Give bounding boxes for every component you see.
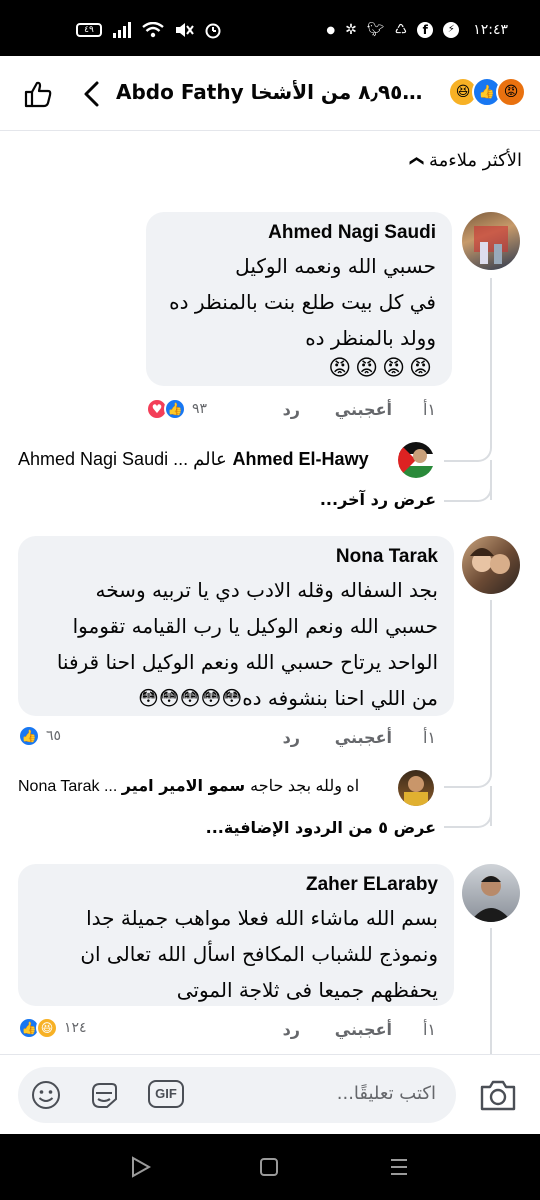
status-bar: ٤٩ ● ✲ 🐦︎ ♺ f ⚡ ١٢:٤٣ [0, 0, 540, 56]
wifi-icon [142, 22, 164, 38]
comment-bubble[interactable]: Zaher ELaraby بسم الله ماشاء الله فعلا م… [18, 864, 454, 1006]
like-reaction-icon: 👍 [164, 398, 186, 420]
post-reactions-title[interactable]: Abdo Fathy و٨٫٩٥٦ من الأشخا... [116, 80, 426, 104]
haha-reaction-icon: 😆 [36, 1017, 58, 1039]
thread-line [490, 278, 492, 438]
dot-icon: ● [326, 24, 336, 36]
like-button[interactable]: أعجبني [335, 1020, 392, 1039]
thread-line [490, 928, 492, 1054]
reply-avatar[interactable] [398, 442, 434, 478]
sort-dropdown[interactable]: الأكثر ملاءمة ❯ [409, 150, 522, 171]
thread-connector [444, 470, 492, 502]
comment-input[interactable]: GIF اكتب تعليقًا... [18, 1067, 456, 1123]
reaction-count-value: ١٢٤ [64, 1020, 87, 1036]
thread-line [490, 600, 492, 760]
clock-time: ١٢:٤٣ [473, 22, 508, 38]
like-button[interactable]: أعجبني [335, 728, 392, 747]
thread-connector [444, 796, 492, 828]
reaction-count-value: ٩٣ [192, 401, 208, 417]
back-arrow-icon[interactable] [80, 80, 104, 108]
sync-icon: ♺ [394, 22, 408, 38]
reply-button[interactable]: رد [283, 728, 300, 747]
reply-preview[interactable]: Nona Tarak ... اه ولله بجد حاجه سمو الام… [18, 776, 359, 796]
reply-button[interactable]: رد [283, 1020, 300, 1039]
comment-emojis: 😡😡😡😡 [328, 356, 436, 381]
gif-label: GIF [155, 1086, 177, 1101]
twitter-icon: 🐦︎ [366, 22, 385, 38]
avatar[interactable] [462, 536, 520, 594]
system-navigation-bar [0, 1134, 540, 1200]
comment-time: ١أ [422, 728, 436, 747]
comment-text: بجد السفاله وقله الادب دي يا تربيه وسخه … [34, 572, 438, 716]
mute-icon [176, 23, 194, 37]
like-reaction-icon: 👍 [18, 725, 40, 747]
reaction-count-value: ٦٥ [46, 728, 62, 744]
reply-snippet: Ahmed Nagi Saudi ... عالم [18, 449, 227, 469]
header-reaction-icons[interactable]: 😆 👍 😡 [448, 77, 526, 109]
like-button[interactable]: أعجبني [335, 400, 392, 419]
reaction-count[interactable]: 👍 ٦٥ [18, 724, 61, 748]
thread-connector [444, 430, 492, 462]
chevron-down-icon: ❯ [409, 154, 426, 167]
signal-icon [113, 22, 131, 38]
comment-actions: ١أ أعجبني رد [146, 1020, 440, 1044]
comment-time: ١أ [422, 400, 436, 419]
alarm-icon [205, 23, 221, 39]
comment-time: ١أ [422, 1020, 436, 1039]
app-notification-icon: ✲ [345, 22, 357, 38]
reply-author[interactable]: سمو الامير امير [122, 776, 245, 795]
view-more-replies[interactable]: عرض ٥ من الردود الإضافية... [206, 818, 436, 837]
comment-placeholder: اكتب تعليقًا... [336, 1083, 436, 1104]
reply-avatar[interactable] [398, 770, 434, 806]
comment-text: حسبي الله ونعمه الوكيل في كل بيت طلع بنت… [169, 254, 436, 350]
emoji-icon[interactable] [30, 1079, 62, 1111]
sort-label: الأكثر ملاءمة [428, 150, 522, 171]
messenger-icon: ⚡ [443, 22, 460, 38]
avatar[interactable] [462, 864, 520, 922]
sticker-icon[interactable] [88, 1079, 120, 1111]
comment-author[interactable]: Ahmed Nagi Saudi [162, 222, 436, 244]
reply-button[interactable]: رد [283, 400, 300, 419]
reply-author[interactable]: Ahmed El-Hawy [233, 449, 369, 469]
back-triangle-icon[interactable] [130, 1156, 152, 1178]
facebook-icon: f [417, 22, 434, 38]
comment-author[interactable]: Nona Tarak [34, 546, 438, 568]
status-icons-right: ● ✲ 🐦︎ ♺ f ⚡ ١٢:٤٣ [326, 20, 508, 40]
like-icon[interactable] [22, 78, 54, 110]
reaction-count[interactable]: 👍 😆 ١٢٤ [18, 1016, 87, 1040]
comment-actions: ١أ أعجبني رد [146, 728, 440, 752]
comment-author[interactable]: Zaher ELaraby [34, 874, 438, 896]
battery-icon: ٤٩ [76, 23, 102, 37]
comment-text: بسم الله ماشاء الله فعلا مواهب جميلة جدا… [80, 906, 438, 1002]
comment-bubble[interactable]: Nona Tarak بجد السفاله وقله الادب دي يا … [18, 536, 454, 716]
avatar[interactable] [462, 212, 520, 270]
home-square-icon[interactable] [258, 1156, 280, 1178]
camera-icon[interactable] [478, 1077, 518, 1113]
comment-emojis: 😳😳😳😳😳 [137, 686, 243, 710]
comment-bubble[interactable]: Ahmed Nagi Saudi حسبي الله ونعمه الوكيل … [146, 212, 452, 386]
battery-level: ٤٩ [84, 25, 94, 35]
recents-menu-icon[interactable] [388, 1156, 410, 1178]
gif-button[interactable]: GIF [148, 1080, 184, 1108]
reaction-count[interactable]: ♥ 👍 ٩٣ [146, 397, 207, 421]
view-more-replies[interactable]: عرض رد آخر... [320, 490, 436, 509]
reply-preview[interactable]: Ahmed Nagi Saudi ... عالم Ahmed El-Hawy [18, 449, 369, 470]
comment-composer: GIF اكتب تعليقًا... [0, 1054, 540, 1135]
angry-reaction-icon: 😡 [496, 77, 526, 107]
comment-text-body: بجد السفاله وقله الادب دي يا تربيه وسخه … [56, 578, 438, 710]
thread-connector [444, 756, 492, 788]
status-icons-left: ٤٩ [76, 20, 222, 40]
